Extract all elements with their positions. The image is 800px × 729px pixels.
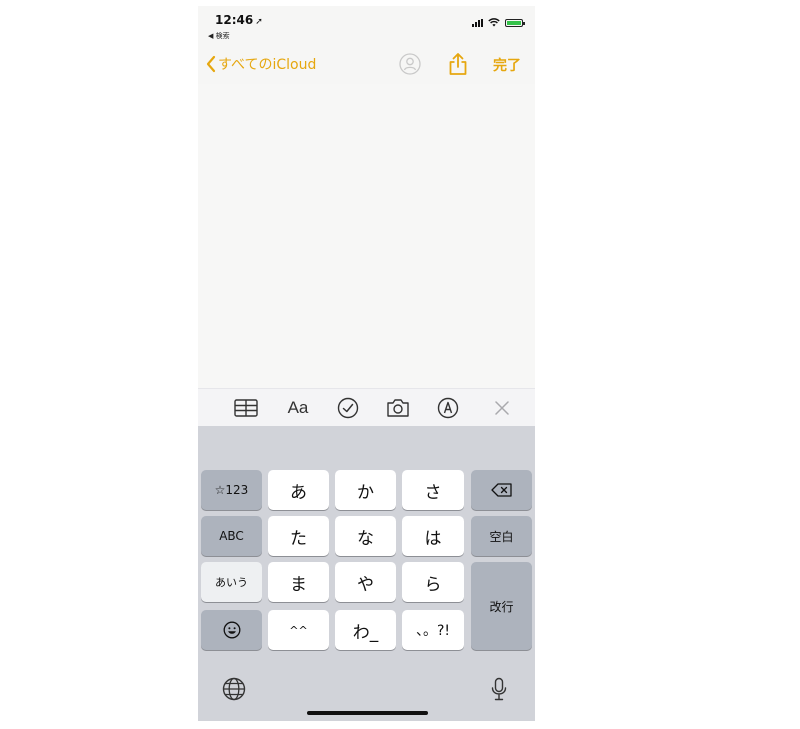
- checklist-icon: [337, 397, 359, 419]
- share-icon: [449, 53, 467, 75]
- key-abc[interactable]: ABC: [201, 516, 262, 556]
- microphone-icon: [491, 677, 507, 701]
- phone-screen: 12:46 ➚ ◀ 検索 すべてのiCloud 完了 Aa ☆123 あ か さ…: [198, 6, 535, 721]
- back-button[interactable]: すべてのiCloud: [206, 54, 316, 74]
- close-icon: [495, 401, 509, 415]
- emoji-key[interactable]: [201, 610, 262, 650]
- backspace-icon: [490, 483, 512, 497]
- status-time: 12:46 ➚: [215, 13, 263, 27]
- key-ha[interactable]: は: [402, 516, 464, 556]
- markup-button[interactable]: [434, 396, 462, 420]
- globe-button[interactable]: [221, 676, 247, 702]
- key-ka[interactable]: か: [335, 470, 396, 510]
- text-format-button[interactable]: Aa: [284, 396, 312, 420]
- cellular-signal-icon: [472, 18, 483, 27]
- key-na[interactable]: な: [335, 516, 396, 556]
- done-button[interactable]: 完了: [493, 55, 521, 75]
- key-punctuation[interactable]: 、。?!: [402, 610, 464, 650]
- add-person-button[interactable]: [398, 52, 422, 80]
- checklist-button[interactable]: [334, 396, 362, 420]
- key-hiragana-mode[interactable]: あいう: [201, 562, 262, 602]
- table-button[interactable]: [232, 396, 260, 420]
- return-key[interactable]: 改行: [471, 562, 532, 650]
- home-indicator[interactable]: [307, 711, 428, 715]
- close-toolbar-button[interactable]: [488, 396, 516, 420]
- key-ya[interactable]: や: [335, 562, 396, 602]
- key-dakuten[interactable]: ^^: [268, 610, 329, 650]
- key-sa[interactable]: さ: [402, 470, 464, 510]
- back-button-label: すべてのiCloud: [218, 57, 317, 73]
- space-key[interactable]: 空白: [471, 516, 532, 556]
- key-ra[interactable]: ら: [402, 562, 464, 602]
- globe-icon: [222, 677, 246, 701]
- formatting-toolbar: Aa: [198, 388, 535, 427]
- key-a[interactable]: あ: [268, 470, 329, 510]
- dictation-button[interactable]: [487, 676, 511, 702]
- time-text: 12:46: [215, 13, 254, 27]
- camera-button[interactable]: [384, 396, 412, 420]
- camera-icon: [387, 399, 409, 417]
- note-text-area[interactable]: [198, 84, 535, 388]
- japanese-keyboard: ☆123 あ か さ ABC た な は 空白 あいう ま や ら 改行 ^^ …: [198, 426, 535, 721]
- battery-icon: [505, 18, 525, 27]
- key-ma[interactable]: ま: [268, 562, 329, 602]
- markup-pen-icon: [437, 397, 459, 419]
- chevron-left-icon: [206, 55, 216, 73]
- table-icon: [234, 399, 258, 417]
- status-icons: [472, 18, 525, 27]
- status-bar: 12:46 ➚ ◀ 検索: [198, 6, 535, 46]
- navigation-bar: すべてのiCloud 完了: [198, 50, 535, 78]
- key-ta[interactable]: た: [268, 516, 329, 556]
- person-add-icon: [399, 53, 421, 75]
- share-button[interactable]: [447, 52, 469, 80]
- key-wa[interactable]: わ_: [335, 610, 396, 650]
- wifi-icon: [488, 18, 500, 27]
- key-numbers-symbols[interactable]: ☆123: [201, 470, 262, 510]
- location-arrow-icon: ➚: [255, 17, 263, 27]
- back-to-search-link[interactable]: ◀ 検索: [208, 31, 230, 41]
- emoji-smiley-icon: [223, 621, 240, 639]
- delete-key[interactable]: [471, 470, 532, 510]
